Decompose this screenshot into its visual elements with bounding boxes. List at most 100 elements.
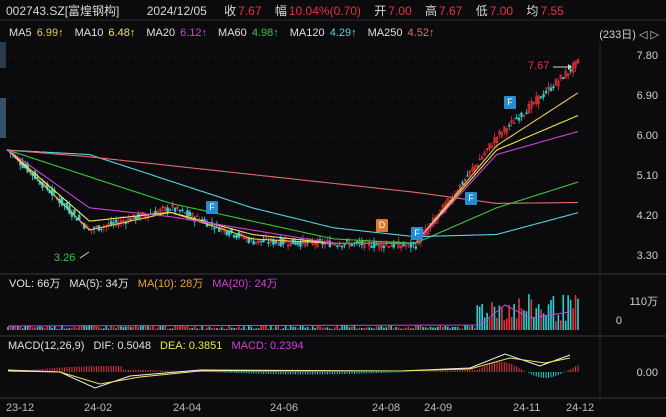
volume-bar [545,315,547,330]
volume-bar [454,326,456,330]
volume-bar [292,326,294,330]
period-arrows[interactable]: ◁ ▷ [639,29,659,41]
volume-bar [496,317,498,330]
volume-bar [218,328,221,330]
high-value: 7.67 [439,4,463,18]
volume-bar [125,326,127,330]
candle-body [549,87,553,91]
volume-bar [44,328,46,330]
candle-body [345,240,349,242]
price-tick-label: 6.00 [636,129,658,142]
volume-bar [80,326,83,330]
volume-bar [75,328,78,330]
volume-bar [198,328,201,330]
left-edge-tab-2[interactable] [0,98,6,138]
candle-body [336,245,339,247]
candle-body [281,238,285,245]
volume-bar [378,326,380,330]
volume-bar [189,328,191,330]
volume-bar [466,325,469,330]
quote-header: 002743.SZ[富煌钢构] 2024/12/05 收 7.67 幅 10.04%… [6,4,570,18]
ma-label: MA250 [367,27,406,39]
event-flag[interactable]: F [206,201,218,214]
volume-bar [132,327,135,330]
candle-body [370,246,373,248]
volume-bars [7,294,579,330]
volume-bar [41,327,44,330]
volume-bar [58,328,61,330]
period-badge[interactable]: (233日) ◁ ▷ [599,26,659,42]
volume-bar [535,308,538,330]
left-edge-tab-1[interactable] [0,42,6,68]
avg-value: 7.55 [540,4,564,18]
date-tick-label: 24-06 [270,402,299,414]
macd-value: MACD: 0.2394 [231,340,304,352]
high-annotation-arrow [568,64,572,70]
volume-bar [395,327,397,330]
ma-label: MA60 [218,27,250,39]
volume-bar [267,328,270,330]
volume-bar [309,328,311,330]
volume-bar [149,327,152,330]
candle-body [235,234,238,239]
volume-bar [191,327,194,330]
volume-bar [547,304,550,330]
volume-bar [486,312,488,330]
ma-label: MA120 [289,27,328,39]
avg-label: 均 [526,4,539,18]
volume-bar [481,303,483,330]
candle-body [562,77,565,80]
macd-histogram [7,353,579,389]
volume-bar [130,327,132,330]
ma-line-ma120 [7,149,579,238]
macd-dif: DIF: 0.5048 [93,340,151,352]
volume-bar [555,321,557,330]
volume-bar [501,307,503,330]
volume-bar [358,327,361,330]
date-tick-label: 23-12 [6,402,35,414]
ma-value: 4.52↑ [407,27,435,39]
volume-bar [98,327,100,330]
volume-bar [478,306,481,330]
event-flag[interactable]: D [376,219,388,232]
volume-bar [302,326,304,330]
candle-body [100,228,103,230]
event-flag[interactable]: F [465,192,477,205]
volume-bar [17,326,19,330]
volume-bar [235,327,238,330]
candle-body [225,231,228,235]
volume-bar [574,295,577,330]
volume-bar [279,328,282,330]
volume-bar [528,294,530,330]
volume-bar [284,325,287,330]
volume-bar [380,325,383,330]
volume-bar [321,327,324,330]
ma-legend-item-ma120: MA120 4.29↑ [290,27,359,39]
period-label: (233日) [599,29,636,41]
volume-bar [388,325,390,330]
volume-bar [346,325,348,330]
macd-dea: DEA: 0.3851 [160,340,223,352]
event-flag[interactable]: F [411,227,423,240]
volume-bar [243,326,245,330]
event-flag[interactable]: F [504,96,516,109]
volume-bar [525,311,528,330]
volume-bar [78,326,81,330]
volume-bar [483,317,486,330]
volume-bar [48,326,51,330]
volume-bar [375,326,378,330]
volume-bar [7,326,9,330]
moving-average-lines [7,92,579,244]
volume-bar [407,326,410,330]
volume-bar [297,328,299,330]
volume-bar [120,326,122,330]
volume-bar [201,325,203,330]
volume-bar [523,310,525,330]
volume-bar [46,326,49,330]
volume-bar [203,328,206,330]
volume-bar [412,328,415,330]
volume-bar [176,326,179,330]
volume-bar [260,325,262,330]
volume-bar [427,327,429,330]
candle-body [166,207,169,212]
